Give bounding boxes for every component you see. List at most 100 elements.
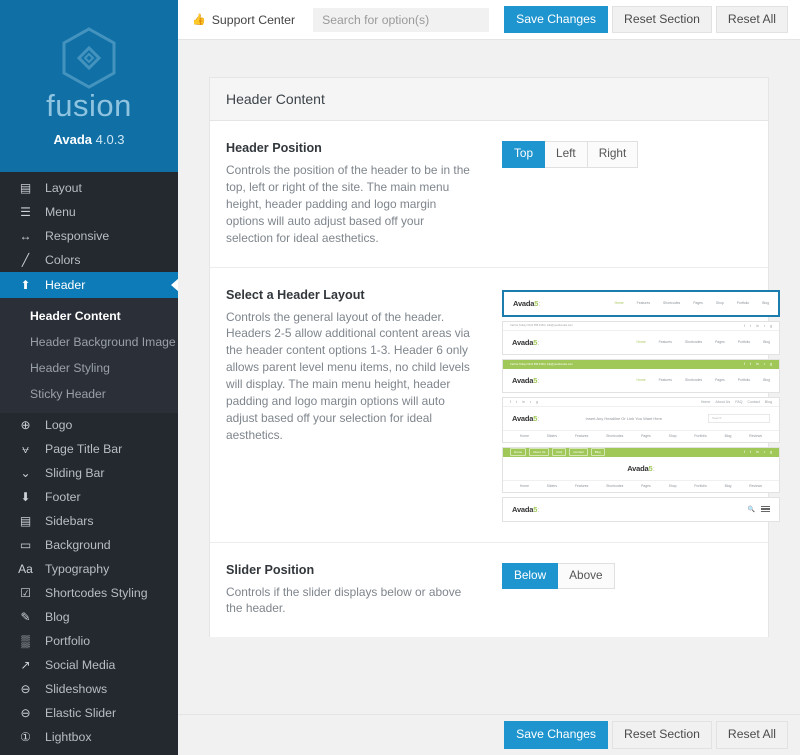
sidebar-item-sidebars[interactable]: ▤ Sidebars xyxy=(0,509,178,533)
sidebar-item-label: Portfolio xyxy=(45,634,91,648)
sidebar-item-label: Responsive xyxy=(45,229,110,243)
share-arrow-icon: ↗ xyxy=(20,658,31,672)
slider-position-buttongroup[interactable]: Below Above xyxy=(502,562,615,590)
search-input[interactable] xyxy=(313,7,490,32)
preview-menu-item: Portfolio xyxy=(694,484,707,489)
preview-menu: Home Features Shortcodes Pages Portfolio Blog xyxy=(637,378,770,382)
preview-menu-item: Shop xyxy=(668,484,677,489)
main-area: 👍 Support Center Save Changes Reset Sect… xyxy=(178,0,800,755)
preview-menu-item: Features xyxy=(658,378,672,383)
sidebar: fusion Avada 4.0.3 ▤ Layout ☰ Menu ↔ Responsi… xyxy=(0,0,178,755)
preview-main-row: Avada5: xyxy=(503,456,779,480)
field-title: Slider Position xyxy=(226,562,315,577)
sidebar-item-layout[interactable]: ▤ Layout xyxy=(0,176,178,200)
preview-social-icon: t xyxy=(749,323,751,328)
sidebar-item-lightbox[interactable]: ① Lightbox xyxy=(0,725,178,749)
brand-version: Avada 4.0.3 xyxy=(53,132,124,147)
header-position-option-left[interactable]: Left xyxy=(545,141,588,168)
preview-menu-item: Home xyxy=(636,340,646,345)
sidebar-item-label: Background xyxy=(45,538,111,552)
preview-social-icon: r xyxy=(763,323,765,328)
header-layout-preview-5[interactable]: Home About Us FAQ Contact Blog f t in r g Avada5: H… xyxy=(502,446,780,493)
sidebar-item-sliding-bar[interactable]: ⌄ Sliding Bar xyxy=(0,461,178,485)
preview-social-icon: t xyxy=(749,450,751,455)
header-content-panel: Header Content Header Position Controls … xyxy=(209,77,780,638)
field-header-position: Header Position Controls the position of… xyxy=(210,121,768,268)
preview-social-icon: f xyxy=(510,399,511,404)
header-layout-preview-1[interactable]: Avada5: Home Features Shortcodes Pages Shop Po… xyxy=(502,289,780,317)
preview-menu-item: Reviews xyxy=(749,484,762,489)
field-title: Header Position xyxy=(226,141,322,155)
sidebar-item-footer[interactable]: ⬇ Footer xyxy=(0,485,178,509)
preview-contact-text: Call Us Today! 0131 555 4353 | info@your… xyxy=(510,362,573,366)
magnifier-icon: 🔍 xyxy=(747,506,755,513)
sidebar-subitem-header-background-image[interactable]: Header Background Image xyxy=(0,329,178,355)
preview-logo: Avada5: xyxy=(513,298,541,308)
brand-version-number: 4.0.3 xyxy=(95,131,125,147)
sidebar-item-colors[interactable]: ╱ Colors xyxy=(0,248,178,272)
preview-social-icon: r xyxy=(763,362,765,367)
sidebar-item-shortcodes-styling[interactable]: ☑ Shortcodes Styling xyxy=(0,581,178,605)
preview-menu-item: Features xyxy=(658,340,672,345)
sidebar-item-portfolio[interactable]: ▒ Portfolio xyxy=(0,629,178,653)
preview-logo: Avada5: xyxy=(512,413,540,423)
sidebar-item-typography[interactable]: Aa Typography xyxy=(0,557,178,581)
slider-position-option-below[interactable]: Below xyxy=(502,562,559,590)
slider-position-option-above[interactable]: Above xyxy=(558,562,615,590)
sidebar-item-background[interactable]: ▭ Background xyxy=(0,533,178,557)
preview-social-icons: f t in r g xyxy=(744,450,772,454)
preview-menu-item: Blog xyxy=(762,301,769,306)
sidebar-item-label: Header xyxy=(45,278,86,292)
plus-circle-icon: ⊕ xyxy=(20,418,31,432)
sidebar-item-logo[interactable]: ⊕ Logo xyxy=(0,413,178,437)
sidebar-item-page-title-bar[interactable]: ⩝ Page Title Bar xyxy=(0,437,178,461)
reset-all-button[interactable]: Reset All xyxy=(715,5,788,34)
sidebar-item-label: Lightbox xyxy=(45,730,92,744)
preview-social-icons: f t in r g xyxy=(744,324,772,328)
sliders-icon: ⩝ xyxy=(22,441,29,456)
sidebar-item-social-media[interactable]: ↗ Social Media xyxy=(0,653,178,677)
sidebar-item-menu[interactable]: ☰ Menu xyxy=(0,200,178,224)
sidebar-item-slideshows[interactable]: ⊖ Slideshows xyxy=(0,677,178,701)
sidebar-subitem-sticky-header[interactable]: Sticky Header xyxy=(0,381,178,407)
header-position-option-top[interactable]: Top xyxy=(502,141,546,168)
preview-menu-item: Blog xyxy=(763,378,770,383)
preview-menu-item: Features xyxy=(574,484,589,489)
sidebar-item-label: Sliding Bar xyxy=(45,466,105,480)
support-center-link[interactable]: 👍 Support Center xyxy=(192,13,295,27)
thumbs-up-icon: 👍 xyxy=(192,14,206,26)
header-layout-preview-3[interactable]: Call Us Today! 0131 555 4353 | info@your… xyxy=(502,358,780,393)
sidebar-item-header[interactable]: ⬆ Header xyxy=(0,272,178,298)
square-icon: ▭ xyxy=(19,538,32,552)
sidebar-item-elastic-slider[interactable]: ⊖ Elastic Slider xyxy=(0,701,178,725)
fusion-hex-logo-icon xyxy=(62,26,116,89)
preview-contact-bar: Call Us Today! 0131 555 4353 | info@your… xyxy=(503,359,779,369)
reset-section-button[interactable]: Reset Section xyxy=(612,5,712,34)
header-layout-preview-2[interactable]: Call Us Today! 0131 555 4353 | info@your… xyxy=(502,320,780,355)
preview-menu-item: Shop xyxy=(668,434,677,439)
preview-social-icon: r xyxy=(529,399,532,404)
sidebar-item-contact-form[interactable]: ✉Contact Form xyxy=(0,749,178,755)
toolbar-buttons: Save Changes Reset Section Reset All xyxy=(500,5,788,34)
sidebar-subnav: Header Content Header Background Image Hea… xyxy=(0,298,178,413)
sidebar-subitem-header-styling[interactable]: Header Styling xyxy=(0,355,178,381)
preview-menu-item: Home xyxy=(519,434,529,439)
sidebar-subitem-header-content[interactable]: Header Content xyxy=(0,303,178,329)
save-changes-button[interactable]: Save Changes xyxy=(504,5,609,34)
reset-section-button-bottom[interactable]: Reset Section xyxy=(612,721,712,749)
preview-main-row: Avada5: Insert Any Headline Or Link You W… xyxy=(503,406,779,430)
preview-menu-item: Pages xyxy=(641,434,651,439)
preview-social-icon: g xyxy=(770,323,772,328)
preview-menu-item: Home xyxy=(614,301,624,306)
sidebar-item-responsive[interactable]: ↔ Responsive xyxy=(0,224,178,248)
preview-top-link: Blog xyxy=(764,399,772,404)
header-layout-preview-4[interactable]: f t in r g Home About Us FAQ Contact Blog Avada5: I… xyxy=(502,396,780,443)
arrow-down-icon: ⬇ xyxy=(20,490,31,504)
header-layout-preview-6[interactable]: Avada5: 🔍 xyxy=(502,496,780,522)
preview-menu-item: Home xyxy=(519,484,529,489)
save-changes-button-bottom[interactable]: Save Changes xyxy=(504,721,609,749)
header-position-option-right[interactable]: Right xyxy=(587,141,639,168)
reset-all-button-bottom[interactable]: Reset All xyxy=(715,721,788,749)
sidebar-item-blog[interactable]: ✎ Blog xyxy=(0,605,178,629)
header-position-buttongroup[interactable]: Top Left Right xyxy=(502,141,639,168)
